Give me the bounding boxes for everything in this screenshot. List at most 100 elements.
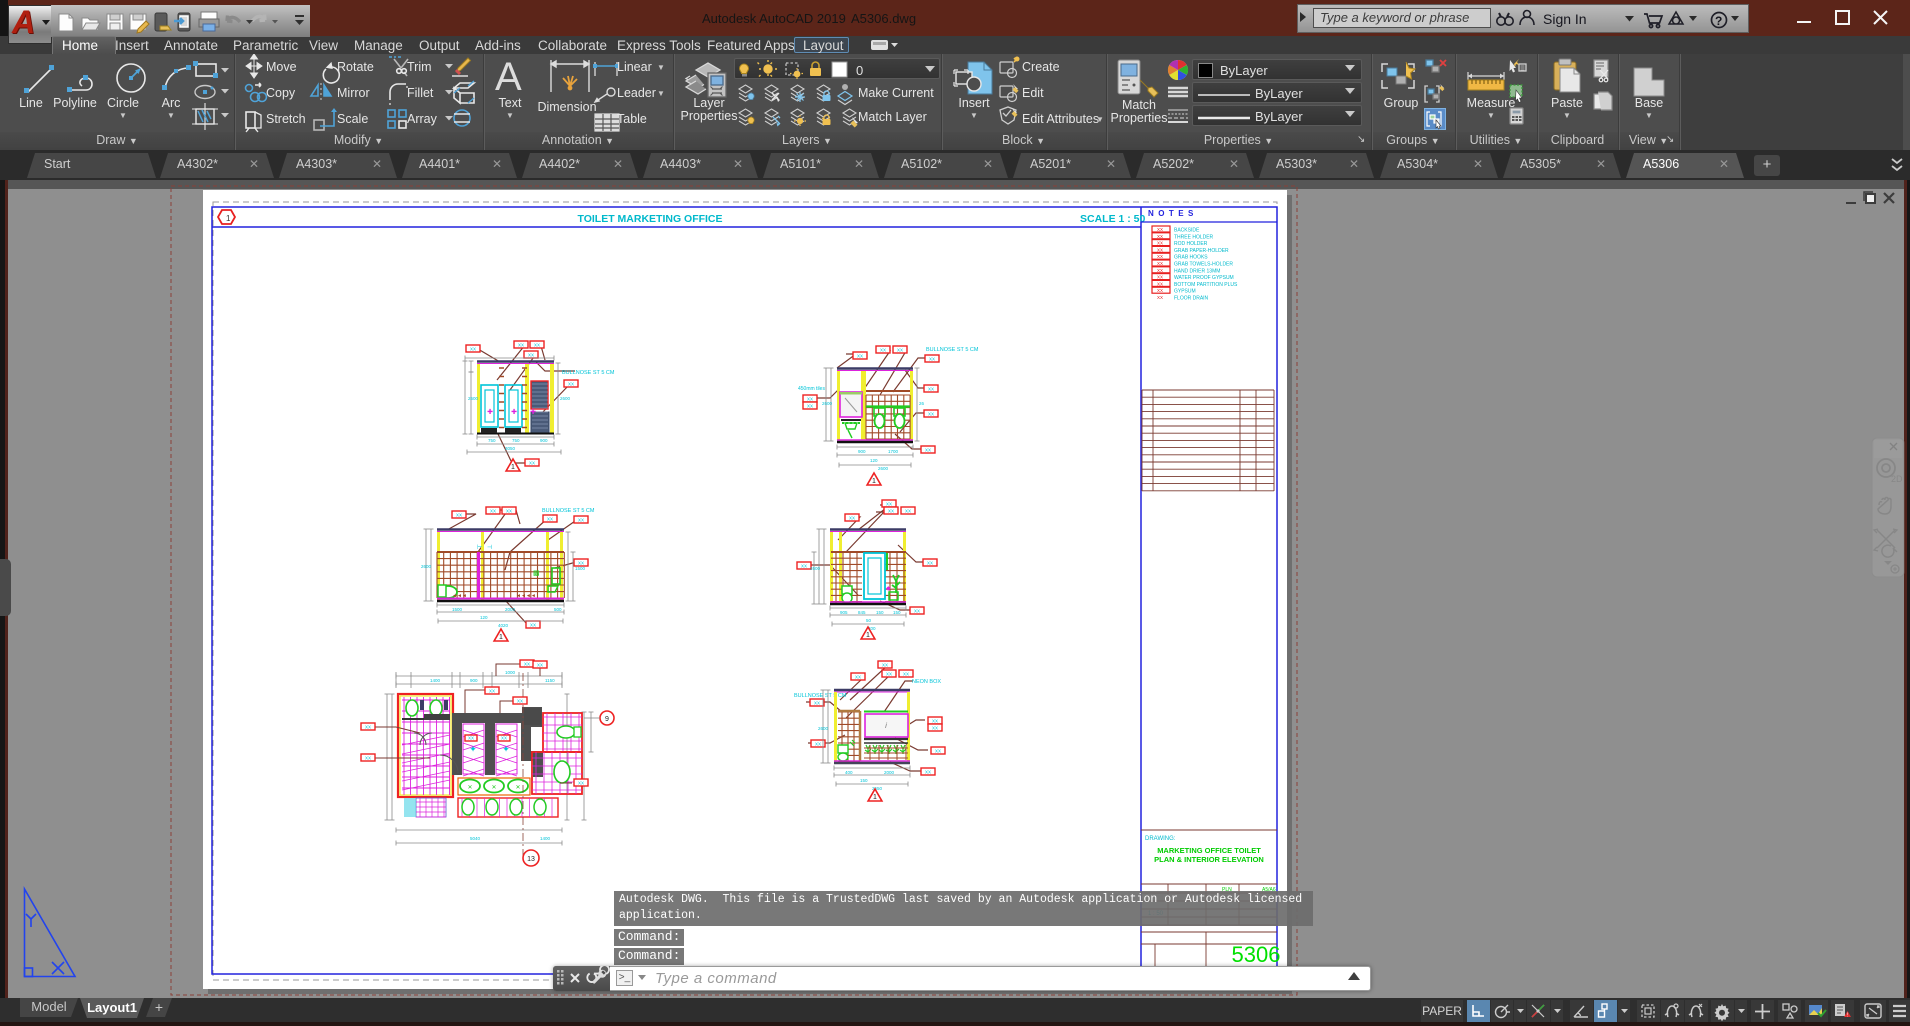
svg-text:BULLNOSE ST 5 CM: BULLNOSE ST 5 CM [794, 693, 847, 699]
svg-text:XX: XX [1157, 241, 1163, 246]
svg-text:XX: XX [578, 518, 584, 523]
svg-text:✦: ✦ [502, 744, 510, 754]
svg-text:1000: 1000 [505, 670, 516, 675]
svg-text:XX: XX [1157, 268, 1163, 273]
svg-text:PAPER: PAPER [1422, 1004, 1462, 1018]
svg-text:2000: 2000 [884, 770, 895, 775]
svg-text:XX: XX [470, 347, 476, 352]
svg-text:845: 845 [858, 610, 866, 615]
svg-text:2600: 2600 [810, 566, 821, 571]
svg-text:1: 1 [866, 632, 870, 639]
svg-text:XX: XX [468, 736, 474, 741]
svg-text:XX: XX [517, 699, 523, 704]
svg-text:SCALE 1 : 50: SCALE 1 : 50 [1080, 213, 1146, 225]
svg-text:FLOOR DRAIN: FLOOR DRAIN [1174, 296, 1209, 302]
svg-text:13: 13 [527, 856, 535, 863]
svg-text:1: 1 [226, 214, 231, 223]
svg-text:1: 1 [511, 464, 515, 471]
svg-text:XX: XX [578, 561, 584, 566]
svg-text:TOILET MARKETING OFFICE: TOILET MARKETING OFFICE [577, 213, 722, 225]
svg-text:XX: XX [1157, 247, 1163, 252]
svg-text:5040: 5040 [470, 836, 481, 841]
svg-text:XX: XX [927, 561, 933, 566]
svg-text:2600: 2600 [560, 396, 571, 401]
svg-text:XX: XX [501, 736, 507, 741]
svg-text:XX: XX [534, 343, 540, 348]
svg-text:9: 9 [605, 716, 609, 723]
svg-text:XX: XX [1157, 254, 1163, 259]
svg-text:XX: XX [547, 517, 553, 522]
svg-text:XX: XX [568, 382, 574, 387]
svg-text:450mm tiles: 450mm tiles [798, 386, 825, 392]
svg-text:XX: XX [524, 662, 530, 667]
svg-text:1500: 1500 [575, 566, 586, 571]
svg-text:5306: 5306 [1232, 942, 1281, 967]
svg-text:XX: XX [886, 502, 892, 507]
svg-text:1: 1 [872, 478, 876, 485]
svg-text:XX: XX [932, 719, 938, 724]
svg-text:XX: XX [506, 509, 512, 514]
svg-text:XX: XX [886, 672, 892, 677]
svg-text:XX: XX [814, 701, 820, 706]
svg-text:900: 900 [470, 678, 478, 683]
svg-text:XX: XX [456, 513, 462, 518]
svg-text:GRAB HOOKS: GRAB HOOKS [1174, 255, 1208, 261]
svg-text:1700: 1700 [888, 449, 899, 454]
svg-text:◄◄◄◄: ◄◄◄◄ [516, 593, 536, 599]
svg-text:MARKETING OFFICE TOILET: MARKETING OFFICE TOILET [1157, 846, 1261, 855]
svg-text:XX: XX [1157, 234, 1163, 239]
svg-text:BOTTOM PARTITION PLUS: BOTTOM PARTITION PLUS [1174, 282, 1238, 288]
svg-text:✕: ✕ [515, 785, 520, 791]
svg-text:1400: 1400 [540, 836, 551, 841]
svg-text:1: 1 [499, 634, 503, 641]
svg-text:905: 905 [840, 610, 848, 615]
svg-text:XX: XX [914, 609, 920, 614]
svg-text:2000: 2000 [505, 607, 516, 612]
svg-text:50: 50 [866, 618, 872, 623]
svg-text:GRAB PAPER-HOLDER: GRAB PAPER-HOLDER [1174, 248, 1229, 254]
svg-text:BACKSIDE: BACKSIDE [1174, 228, 1200, 234]
svg-text:900: 900 [540, 438, 548, 443]
svg-text:150: 150 [876, 610, 884, 615]
svg-text:150: 150 [893, 610, 901, 615]
svg-text:XX: XX [857, 354, 863, 359]
svg-text:◄◄◄: ◄◄◄ [452, 593, 467, 599]
svg-text:XX: XX [928, 412, 934, 417]
svg-text:BULLNOSE ST 5 CM: BULLNOSE ST 5 CM [926, 347, 979, 353]
svg-text:XX: XX [925, 448, 931, 453]
svg-text:XX: XX [932, 726, 938, 731]
svg-text:WATER PROOF GYPSUM: WATER PROOF GYPSUM [1174, 275, 1234, 281]
svg-text:THREE HOLDER: THREE HOLDER [1174, 234, 1214, 240]
svg-text:PLAN & INTERIOR ELEVATION: PLAN & INTERIOR ELEVATION [1154, 855, 1264, 864]
svg-text:BULLNOSE ST 5 CM: BULLNOSE ST 5 CM [542, 508, 595, 514]
svg-text:XX: XX [929, 357, 935, 362]
svg-text:XX: XX [490, 509, 496, 514]
svg-text:▩: ▩ [533, 570, 540, 577]
svg-text:XX: XX [1157, 288, 1163, 293]
svg-text:2600: 2600 [818, 726, 829, 731]
svg-text:2600: 2600 [822, 401, 833, 406]
svg-text:XX: XX [365, 756, 371, 761]
svg-text:NEON BOX: NEON BOX [912, 679, 941, 685]
svg-text:GYPSUM: GYPSUM [1174, 289, 1196, 295]
svg-text:XX: XX [1157, 281, 1163, 286]
svg-text:120: 120 [870, 458, 878, 463]
svg-text:4020: 4020 [498, 623, 509, 628]
svg-text:750: 750 [512, 438, 520, 443]
svg-text:✚: ✚ [487, 408, 493, 416]
svg-text:1400: 1400 [430, 678, 441, 683]
svg-text:120: 120 [480, 615, 488, 620]
svg-text:XX: XX [528, 353, 534, 358]
svg-text:XX: XX [815, 742, 821, 747]
svg-text:500: 500 [554, 607, 562, 612]
svg-text:3050: 3050 [505, 446, 516, 451]
svg-text:HAND DRIER 13MM: HAND DRIER 13MM [1174, 268, 1220, 274]
svg-text:XX: XX [807, 397, 813, 402]
svg-text:XX: XX [897, 348, 903, 353]
svg-text:XX: XX [935, 749, 941, 754]
svg-text:✦: ✦ [469, 744, 477, 754]
svg-text:✚: ✚ [511, 408, 517, 416]
svg-text:2D: 2D [1891, 474, 1903, 484]
svg-text:XX: XX [903, 672, 909, 677]
svg-text:400: 400 [845, 770, 853, 775]
